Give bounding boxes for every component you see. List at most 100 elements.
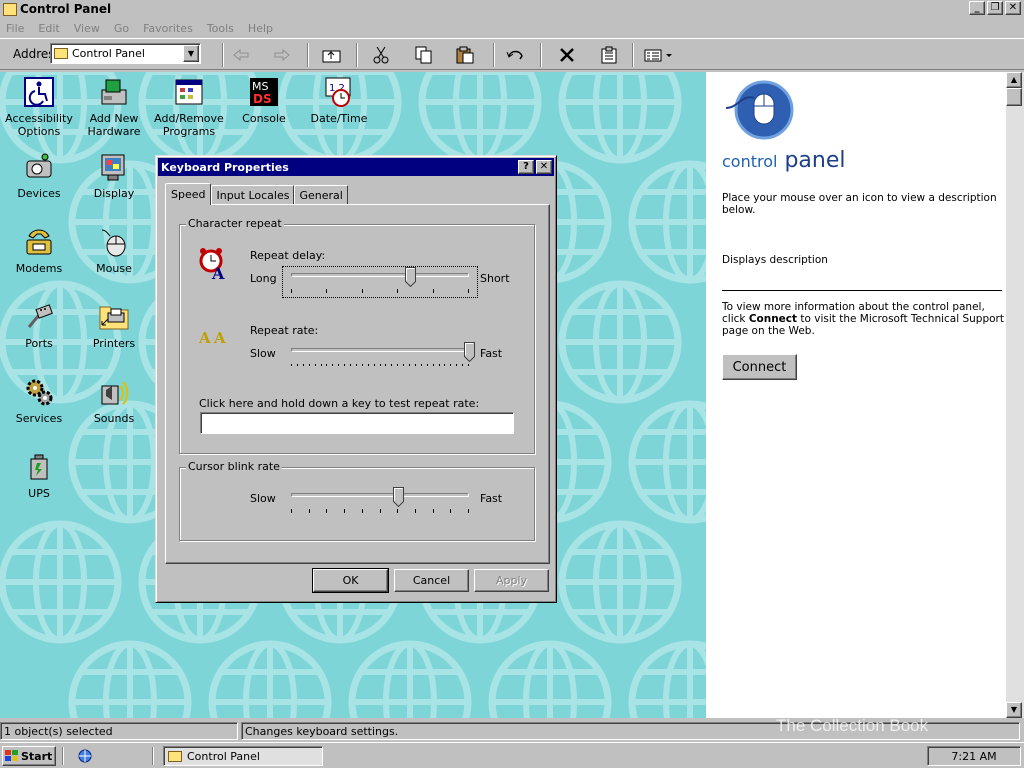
console-icon: MS DS xyxy=(248,76,280,108)
pane-divider xyxy=(722,290,1002,291)
address-label: Addres xyxy=(13,47,55,61)
devices-icon xyxy=(23,151,55,183)
icon-date-time[interactable]: 1 2 Date/Time xyxy=(301,76,377,125)
icon-label: Services xyxy=(15,412,63,425)
icon-mouse[interactable]: Mouse xyxy=(76,226,152,275)
properties-icon[interactable] xyxy=(597,44,621,66)
scroll-thumb[interactable] xyxy=(1006,88,1022,106)
close-button[interactable]: ✕ xyxy=(1005,1,1021,15)
help-button[interactable]: ? xyxy=(518,160,534,174)
dialog-titlebar[interactable]: Keyboard Properties ? ✕ xyxy=(158,158,554,176)
start-label: Start xyxy=(21,749,53,763)
slider-tick xyxy=(415,364,416,366)
slider-tick xyxy=(468,289,469,293)
menu-edit[interactable]: Edit xyxy=(38,22,59,35)
views-icon[interactable] xyxy=(641,44,677,66)
repeat-delay-slider[interactable] xyxy=(282,266,478,298)
slider-tick xyxy=(344,509,345,513)
tab-speed[interactable]: Speed xyxy=(165,183,212,205)
icon-label: UPS xyxy=(28,487,50,500)
slider-ticks xyxy=(291,509,469,515)
vertical-scrollbar[interactable]: ▲ ▼ xyxy=(1006,72,1024,718)
menu-view[interactable]: View xyxy=(74,22,100,35)
minimize-button[interactable]: _ xyxy=(969,1,985,15)
icon-add-new-hardware[interactable]: Add New Hardware xyxy=(76,76,152,138)
slider-tick xyxy=(362,364,363,366)
control-panel-logo-icon xyxy=(724,78,794,147)
delete-icon[interactable] xyxy=(555,44,579,66)
slider-tick xyxy=(397,289,398,293)
icon-add-remove-programs[interactable]: Add/Remove Programs xyxy=(151,76,227,138)
forward-icon[interactable] xyxy=(270,44,294,66)
cursor-blink-group: Cursor blink rate Slow Fast xyxy=(179,460,535,541)
slider-track xyxy=(291,348,469,352)
icon-console[interactable]: MS DS Console xyxy=(226,76,302,125)
repeat-rate-slider[interactable] xyxy=(283,342,477,372)
copy-icon[interactable] xyxy=(412,44,436,66)
repeat-rate-icon: AA xyxy=(198,325,234,352)
pane-description: Displays description xyxy=(722,254,828,266)
internet-explorer-icon[interactable] xyxy=(76,748,94,767)
menu-favorites[interactable]: Favorites xyxy=(143,22,193,35)
slider-tick xyxy=(326,509,327,513)
slider-tick xyxy=(338,364,339,366)
slider-thumb[interactable] xyxy=(405,267,416,288)
icon-label: Sounds xyxy=(93,412,135,425)
scroll-up-button[interactable]: ▲ xyxy=(1006,72,1022,88)
taskbar-control-panel[interactable]: Control Panel xyxy=(163,746,323,766)
window-titlebar[interactable]: Control Panel _ ❐ ✕ xyxy=(0,0,1024,18)
slider-thumb[interactable] xyxy=(464,342,475,363)
icon-printers[interactable]: Printers xyxy=(76,301,152,350)
menu-tools[interactable]: Tools xyxy=(207,22,234,35)
cancel-button[interactable]: Cancel xyxy=(394,569,469,592)
slider-tick xyxy=(468,509,469,513)
chevron-down-icon[interactable]: ▼ xyxy=(183,45,199,62)
dialog-close-button[interactable]: ✕ xyxy=(536,160,552,174)
test-repeat-input[interactable] xyxy=(200,412,514,434)
cursor-blink-slider[interactable] xyxy=(283,487,477,517)
icon-sounds[interactable]: Sounds xyxy=(76,376,152,425)
back-icon[interactable] xyxy=(229,44,253,66)
undo-icon[interactable] xyxy=(504,44,528,66)
icon-modems[interactable]: Modems xyxy=(1,226,77,275)
clock[interactable]: 7:21 AM xyxy=(951,750,996,763)
taskbar-task-label: Control Panel xyxy=(187,749,260,763)
slider-tick xyxy=(397,364,398,366)
slider-tick xyxy=(350,364,351,366)
icon-ports[interactable]: Ports xyxy=(1,301,77,350)
icon-devices[interactable]: Devices xyxy=(1,151,77,200)
slider-thumb[interactable] xyxy=(393,487,404,508)
scroll-down-button[interactable]: ▼ xyxy=(1006,702,1022,718)
apply-button[interactable]: Apply xyxy=(474,569,549,592)
up-folder-icon[interactable] xyxy=(320,44,344,66)
icon-ups[interactable]: UPS xyxy=(1,451,77,500)
menu-go[interactable]: Go xyxy=(114,22,129,35)
tab-general[interactable]: General xyxy=(294,185,348,205)
ok-button[interactable]: OK xyxy=(312,568,389,593)
monitor-icon xyxy=(98,151,130,183)
address-bar[interactable]: Control Panel ▼ xyxy=(50,43,201,64)
mouse-icon xyxy=(98,226,130,258)
taskbar: Start Control Panel 7:21 AM xyxy=(0,742,1024,768)
menu-file[interactable]: File xyxy=(6,22,24,35)
connect-button[interactable]: Connect xyxy=(722,354,797,380)
icon-label: Console xyxy=(242,112,286,125)
menu-help[interactable]: Help xyxy=(248,22,273,35)
printer-icon xyxy=(98,301,130,333)
cut-icon[interactable] xyxy=(369,44,393,66)
slider-tick xyxy=(433,289,434,293)
start-button[interactable]: Start xyxy=(2,746,56,766)
icon-display[interactable]: Display xyxy=(76,151,152,200)
icon-label: Date/Time xyxy=(310,112,368,125)
tab-input-locales[interactable]: Input Locales xyxy=(211,185,295,205)
icon-accessibility-options[interactable]: Accessibility Options xyxy=(1,76,77,138)
icon-services[interactable]: Services xyxy=(1,376,77,425)
pane-title-big: panel xyxy=(784,148,846,173)
icon-label: Add/Remove Programs xyxy=(154,112,224,138)
slider-tick xyxy=(462,364,463,366)
icon-label: Printers xyxy=(92,337,136,350)
icon-label: Devices xyxy=(17,187,61,200)
repeat-rate-min-label: Slow xyxy=(250,347,276,360)
paste-icon[interactable] xyxy=(453,44,477,66)
restore-button[interactable]: ❐ xyxy=(987,1,1003,15)
